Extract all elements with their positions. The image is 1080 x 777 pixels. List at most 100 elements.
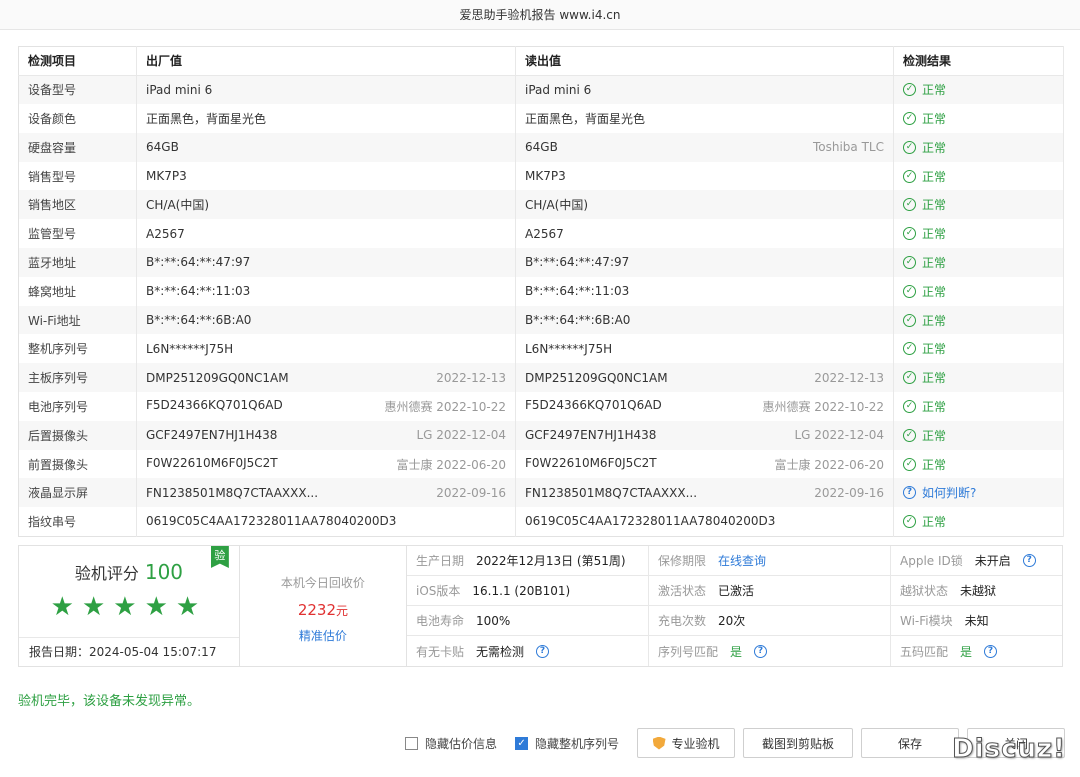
cell-item: 蜂窝地址: [18, 276, 137, 306]
result-text: 正常: [922, 284, 947, 299]
check-circle-icon: ✓: [903, 83, 916, 97]
price-label: 本机今日回收价: [280, 576, 365, 590]
help-icon[interactable]: ?: [536, 644, 550, 658]
check-circle-icon: ✓: [903, 457, 916, 471]
cell-result: ✓ 正常: [893, 334, 1064, 364]
result-text: 正常: [922, 198, 947, 213]
info-value: 是: [730, 644, 743, 659]
read-value: F0W22610M6F0J5C2T: [525, 455, 657, 470]
cell-result: ✓ 正常: [893, 305, 1064, 335]
read-value: MK7P3: [525, 169, 566, 184]
cell-item: 指纹串号: [18, 507, 137, 537]
info-cell: 电池寿命 100%: [407, 606, 649, 636]
factory-meta: 惠州德赛 2022-10-22: [384, 399, 506, 414]
score-label: 验机评分: [74, 564, 139, 583]
cell-result: ✓ 正常: [893, 248, 1064, 277]
cell-item: 销售地区: [18, 190, 137, 220]
cell-read: F0W22610M6F0J5C2T 富士康 2022-06-20: [515, 449, 894, 479]
table-row: 整机序列号 L6N******J75H L6N******J75H ✓ 正常: [18, 334, 1064, 364]
table-header-row: 检测项目 出厂值 读出值 检测结果: [18, 46, 1064, 76]
info-value: 无需检测: [476, 644, 525, 659]
result-text: 正常: [922, 428, 947, 443]
table-row: 监管型号 A2567 A2567 ✓ 正常: [18, 219, 1064, 249]
info-cell: 保修期限 在线查询: [649, 546, 891, 576]
header-read: 读出值: [515, 46, 894, 76]
cell-item: 监管型号: [18, 219, 137, 249]
warranty-query-link[interactable]: 在线查询: [718, 552, 766, 569]
factory-meta: 2022-12-13: [436, 370, 506, 385]
hide-price-checkbox[interactable]: 隐藏估价信息: [405, 735, 497, 752]
check-circle-icon: ✓: [903, 514, 916, 528]
question-circle-icon: ?: [903, 486, 916, 500]
factory-value: A2567: [146, 226, 185, 241]
info-key: 激活状态: [658, 584, 707, 598]
precise-estimate-link[interactable]: 精准估价: [240, 627, 406, 644]
read-value: CH/A(中国): [525, 198, 589, 213]
read-value: FN1238501M8Q7CTAAXXX...: [525, 485, 698, 500]
save-button[interactable]: 保存: [861, 728, 960, 758]
factory-meta: 富士康 2022-06-20: [396, 457, 506, 472]
read-value: DMP251209GQ0NC1AM: [525, 370, 668, 385]
hide-serial-checkbox[interactable]: ✓ 隐藏整机序列号: [515, 735, 619, 752]
info-key: 保修期限: [658, 554, 707, 568]
read-meta: 2022-12-13: [814, 370, 884, 385]
result-text: 正常: [922, 457, 947, 472]
screenshot-button[interactable]: 截图到剪贴板: [743, 728, 854, 758]
help-icon[interactable]: ?: [1022, 554, 1036, 567]
cell-item: 销售型号: [18, 161, 137, 191]
cell-read: GCF2497EN7HJ1H438 LG 2022-12-04: [515, 420, 894, 450]
check-circle-icon: ✓: [903, 371, 916, 385]
table-row: 销售型号 MK7P3 MK7P3 ✓ 正常: [18, 161, 1064, 191]
cell-result: ✓ 正常: [893, 449, 1064, 479]
cell-factory: CH/A(中国): [136, 190, 516, 220]
summary-panel: 验 验机评分 100 ★★★★★ 报告日期：2024-05-04 15:07:17…: [18, 545, 1063, 667]
table-row: 主板序列号 DMP251209GQ0NC1AM 2022-12-13 DMP251…: [18, 363, 1064, 393]
cell-result: ✓ 正常: [893, 507, 1064, 537]
info-cell: Wi-Fi模块 未知: [891, 606, 1062, 636]
price-box: 本机今日回收价 2232元 精准估价: [240, 546, 407, 666]
cell-read: FN1238501M8Q7CTAAXXX... 2022-09-16: [515, 478, 894, 508]
factory-value: B*:**:64:**:47:97: [146, 255, 251, 270]
info-key: 有无卡贴: [416, 644, 465, 659]
star-icon: ★: [144, 592, 176, 622]
info-cell: 生产日期 2022年12月13日 (第51周): [407, 546, 649, 576]
info-value: 是: [960, 644, 973, 659]
factory-value: B*:**:64:**:11:03: [146, 284, 251, 299]
read-meta: 2022-09-16: [814, 485, 884, 500]
table-row: 销售地区 CH/A(中国) CH/A(中国) ✓ 正常: [18, 190, 1064, 220]
cell-item: 蓝牙地址: [18, 248, 137, 277]
info-value: 20次: [718, 614, 746, 628]
info-cell: 五码匹配是?: [891, 636, 1062, 666]
cell-factory: B*:**:64:**:6B:A0: [136, 305, 516, 335]
result-text: 正常: [922, 169, 947, 184]
cell-item: 整机序列号: [18, 334, 137, 364]
window-title: 爱思助手验机报告 www.i4.cn: [0, 0, 1080, 30]
info-cell: 有无卡贴 无需检测?: [407, 636, 649, 666]
result-text: 正常: [922, 313, 947, 328]
result-text: 正常: [922, 371, 947, 386]
star-icon: ★: [50, 592, 82, 622]
help-icon[interactable]: ?: [984, 644, 998, 658]
pro-inspect-button[interactable]: 专业验机: [637, 728, 736, 758]
score-value: 100: [144, 560, 184, 584]
result-text: 正常: [922, 514, 947, 529]
cell-result: ✓ 正常: [893, 190, 1064, 220]
star-rating: ★★★★★: [19, 592, 239, 622]
price-value: 2232元: [240, 601, 406, 619]
cell-item: 后置摄像头: [18, 420, 137, 450]
check-circle-icon: ✓: [903, 342, 916, 356]
cell-result: ✓ 正常: [893, 132, 1064, 162]
cell-factory: DMP251209GQ0NC1AM 2022-12-13: [136, 363, 516, 393]
info-key: 序列号匹配: [658, 644, 719, 659]
factory-value: 0619C05C4AA172328011AA78040200D3: [146, 514, 397, 529]
watermark-logo: Discuz!: [952, 734, 1066, 765]
help-icon[interactable]: ?: [754, 644, 768, 658]
result-text: 正常: [922, 227, 947, 242]
info-grid: 生产日期 2022年12月13日 (第51周) 保修期限 在线查询 Apple ID锁未…: [407, 546, 1062, 666]
result-link[interactable]: 如何判断?: [922, 484, 976, 501]
price-unit: 元: [336, 604, 349, 618]
cell-read: DMP251209GQ0NC1AM 2022-12-13: [515, 363, 894, 393]
read-value: F5D24366KQ701Q6AD: [525, 397, 662, 412]
factory-meta: 2022-09-16: [436, 485, 506, 500]
cell-item: 硬盘容量: [18, 132, 137, 162]
